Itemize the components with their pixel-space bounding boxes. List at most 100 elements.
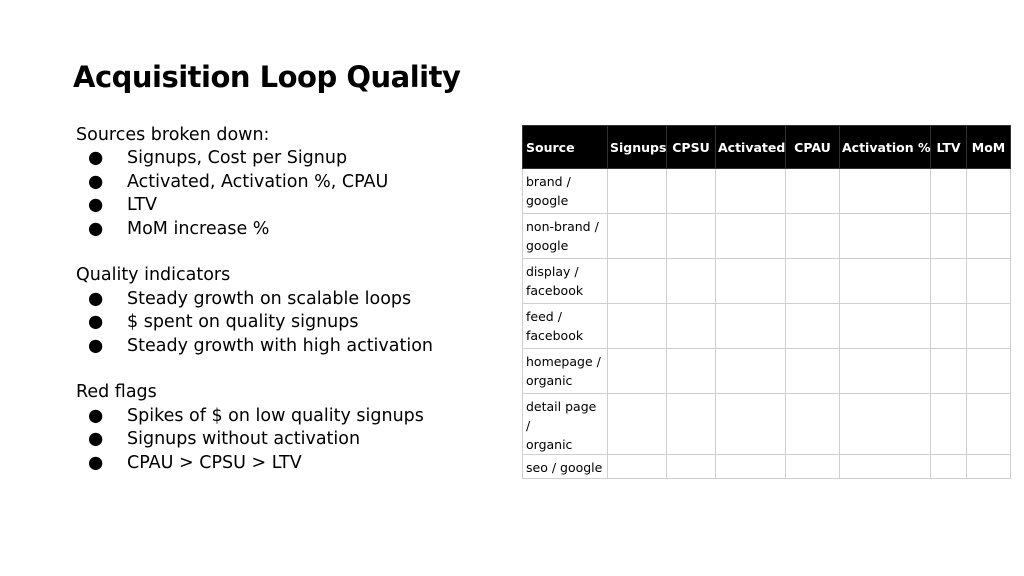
column-header-cpsu: CPSU bbox=[666, 125, 716, 169]
empty-cell bbox=[785, 454, 840, 479]
bullet-item: ● Spikes of $ on low quality signups bbox=[76, 405, 496, 428]
table-row: display / facebook bbox=[522, 258, 1011, 304]
bullet-text: $ spent on quality signups bbox=[127, 312, 359, 333]
empty-cell bbox=[930, 303, 967, 349]
empty-cell bbox=[666, 393, 716, 455]
source-metrics-table: Source Signups CPSU Activated CPAU Activ… bbox=[522, 125, 1011, 479]
source-line: non-brand / bbox=[526, 219, 599, 234]
source-cell: feed / facebook bbox=[522, 303, 608, 349]
bullet-dot-icon: ● bbox=[88, 218, 104, 239]
group-heading: Red flags bbox=[76, 382, 157, 403]
empty-cell bbox=[785, 258, 840, 304]
source-line: organic bbox=[526, 373, 573, 388]
source-line: display / bbox=[526, 264, 579, 279]
group-red-flags: Red flags ● Spikes of $ on low quality si… bbox=[76, 381, 496, 475]
notes-panel: Sources broken down: ● Signups, Cost per … bbox=[76, 124, 496, 498]
empty-cell bbox=[930, 213, 967, 259]
source-cell: brand / google bbox=[522, 168, 608, 214]
empty-cell bbox=[715, 348, 786, 394]
empty-cell bbox=[966, 348, 1011, 394]
source-line: detail page / bbox=[526, 399, 597, 433]
source-cell: display / facebook bbox=[522, 258, 608, 304]
empty-cell bbox=[839, 393, 931, 455]
empty-cell bbox=[966, 393, 1011, 455]
bullet-dot-icon: ● bbox=[88, 195, 104, 216]
bullet-text: Signups without activation bbox=[127, 429, 361, 450]
bullet-item: ● Signups without activation bbox=[76, 428, 496, 451]
bullet-dot-icon: ● bbox=[88, 452, 104, 473]
bullet-text: Steady growth on scalable loops bbox=[127, 288, 412, 309]
table-row: brand / google bbox=[522, 168, 1011, 214]
empty-cell bbox=[930, 258, 967, 304]
empty-cell bbox=[966, 213, 1011, 259]
table-row: feed / facebook bbox=[522, 303, 1011, 349]
bullet-text: Signups, Cost per Signup bbox=[127, 148, 348, 169]
empty-cell bbox=[607, 168, 667, 214]
table-row: non-brand / google bbox=[522, 213, 1011, 259]
source-line: brand / bbox=[526, 174, 571, 189]
bullet-item: ● Signups, Cost per Signup bbox=[76, 147, 496, 170]
bullet-text: LTV bbox=[127, 195, 158, 216]
column-header-signups: Signups bbox=[607, 125, 667, 169]
column-header-source: Source bbox=[522, 125, 608, 169]
empty-cell bbox=[715, 258, 786, 304]
empty-cell bbox=[785, 393, 840, 455]
group-heading: Quality indicators bbox=[76, 265, 231, 286]
source-line: homepage / bbox=[526, 354, 601, 369]
table-row: homepage / organic bbox=[522, 348, 1011, 394]
table-row: detail page / organic bbox=[522, 393, 1011, 455]
source-cell: seo / google bbox=[522, 454, 608, 479]
empty-cell bbox=[785, 213, 840, 259]
empty-cell bbox=[715, 454, 786, 479]
bullet-dot-icon: ● bbox=[88, 405, 104, 426]
bullet-item: ● Steady growth on scalable loops bbox=[76, 288, 496, 311]
bullet-dot-icon: ● bbox=[88, 429, 104, 450]
source-line: organic bbox=[526, 437, 573, 452]
empty-cell bbox=[607, 348, 667, 394]
source-line: seo / google bbox=[526, 460, 603, 475]
bullet-item: ● Steady growth with high activation bbox=[76, 335, 496, 358]
empty-cell bbox=[607, 258, 667, 304]
empty-cell bbox=[666, 303, 716, 349]
bullet-list: ● Spikes of $ on low quality signups ● Sig… bbox=[76, 405, 496, 475]
empty-cell bbox=[930, 168, 967, 214]
group-quality-indicators: Quality indicators ● Steady growth on sca… bbox=[76, 264, 496, 358]
empty-cell bbox=[839, 168, 931, 214]
bullet-item: ● LTV bbox=[76, 194, 496, 217]
empty-cell bbox=[607, 454, 667, 479]
empty-cell bbox=[666, 348, 716, 394]
group-sources: Sources broken down: ● Signups, Cost per … bbox=[76, 124, 496, 241]
empty-cell bbox=[785, 303, 840, 349]
source-cell: detail page / organic bbox=[522, 393, 608, 455]
empty-cell bbox=[607, 213, 667, 259]
bullet-item: ● CPAU > CPSU > LTV bbox=[76, 452, 496, 475]
empty-cell bbox=[666, 213, 716, 259]
empty-cell bbox=[839, 454, 931, 479]
source-cell: homepage / organic bbox=[522, 348, 608, 394]
source-line: feed / bbox=[526, 309, 562, 324]
empty-cell bbox=[839, 258, 931, 304]
empty-cell bbox=[966, 303, 1011, 349]
column-header-cpau: CPAU bbox=[785, 125, 840, 169]
empty-cell bbox=[930, 454, 967, 479]
empty-cell bbox=[966, 258, 1011, 304]
empty-cell bbox=[607, 303, 667, 349]
bullet-list: ● Steady growth on scalable loops ● $ spen… bbox=[76, 288, 496, 358]
bullet-item: ● MoM increase % bbox=[76, 218, 496, 241]
empty-cell bbox=[715, 303, 786, 349]
bullet-text: MoM increase % bbox=[127, 218, 270, 239]
bullet-list: ● Signups, Cost per Signup ● Activated, Ac… bbox=[76, 147, 496, 241]
empty-cell bbox=[839, 348, 931, 394]
bullet-dot-icon: ● bbox=[88, 148, 104, 169]
column-header-activated: Activated bbox=[715, 125, 786, 169]
bullet-dot-icon: ● bbox=[88, 171, 104, 192]
empty-cell bbox=[715, 213, 786, 259]
table-row: seo / google bbox=[522, 454, 1011, 479]
source-line: google bbox=[526, 193, 569, 208]
empty-cell bbox=[839, 213, 931, 259]
empty-cell bbox=[839, 303, 931, 349]
empty-cell bbox=[966, 454, 1011, 479]
bullet-text: Spikes of $ on low quality signups bbox=[127, 405, 424, 426]
bullet-dot-icon: ● bbox=[88, 312, 104, 333]
empty-cell bbox=[930, 348, 967, 394]
